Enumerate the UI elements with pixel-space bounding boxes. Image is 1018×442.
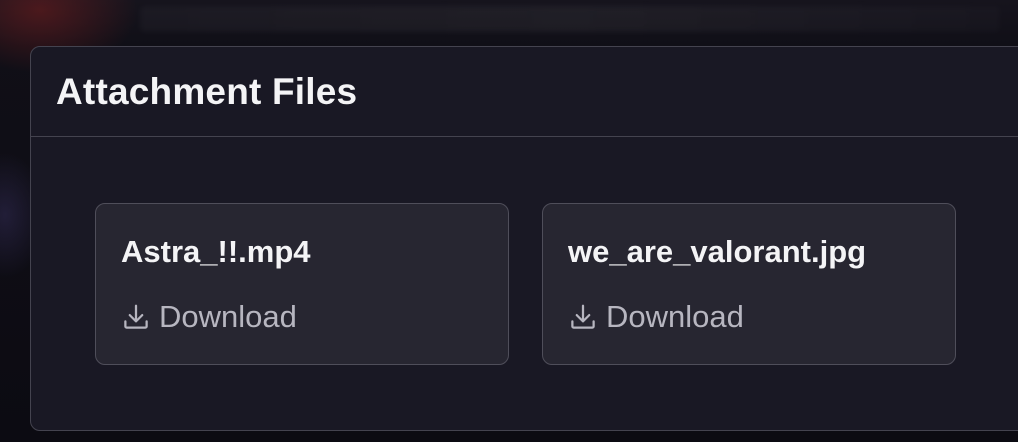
attachment-files-modal: Attachment Files Astra_!!.mp4 Download w… <box>30 46 1018 431</box>
modal-title: Attachment Files <box>56 70 358 112</box>
file-name: Astra_!!.mp4 <box>121 234 311 269</box>
file-card: Astra_!!.mp4 Download <box>95 203 509 365</box>
download-button[interactable]: Download <box>121 299 297 335</box>
download-icon <box>568 302 598 332</box>
background-toolbar-blurred <box>140 6 1000 32</box>
download-label: Download <box>159 299 297 334</box>
file-card: we_are_valorant.jpg Download <box>542 203 956 365</box>
download-icon <box>121 302 151 332</box>
modal-header: Attachment Files <box>31 47 1018 137</box>
download-button[interactable]: Download <box>568 299 744 335</box>
download-label: Download <box>606 299 744 334</box>
file-name: we_are_valorant.jpg <box>568 234 867 269</box>
